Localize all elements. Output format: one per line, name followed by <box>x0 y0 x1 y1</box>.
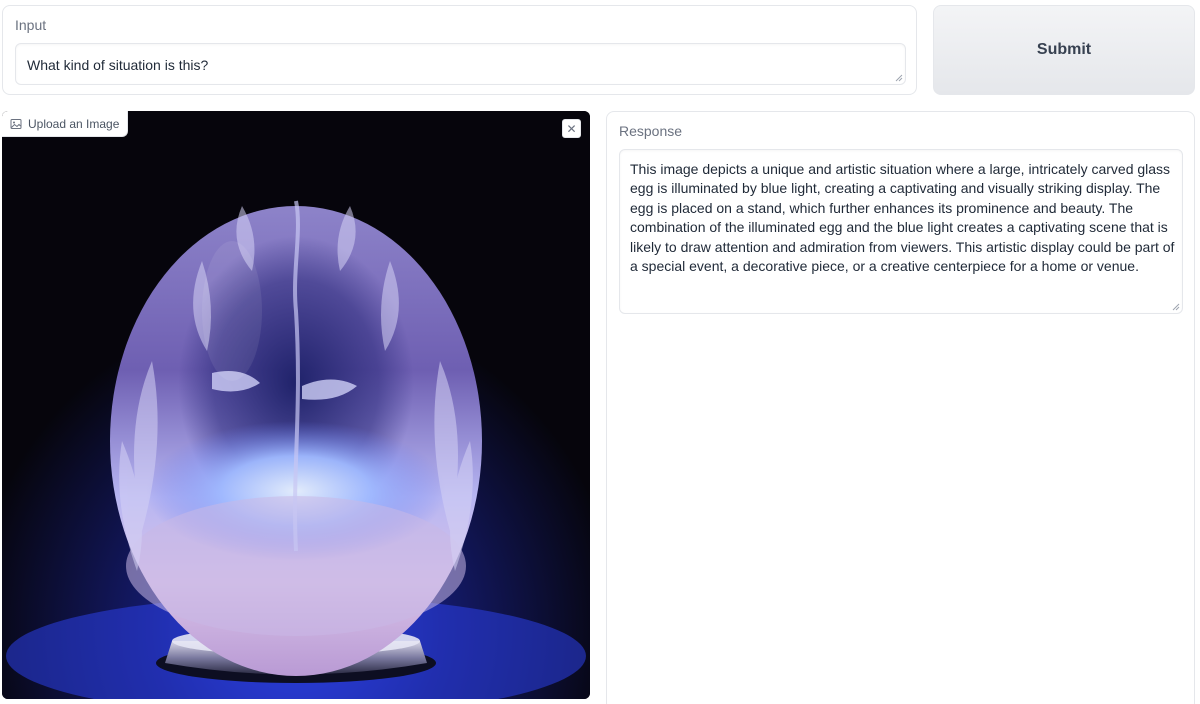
resize-grip-icon[interactable] <box>895 74 903 82</box>
upload-image-tag[interactable]: Upload an Image <box>2 111 129 137</box>
image-panel[interactable]: Upload an Image ✕ <box>2 111 590 699</box>
upload-image-label: Upload an Image <box>28 116 120 131</box>
response-text: This image depicts a unique and artistic… <box>630 161 1175 275</box>
input-textarea[interactable]: What kind of situation is this? <box>15 43 906 85</box>
glass-egg-image <box>2 111 590 699</box>
resize-grip-icon[interactable] <box>1172 303 1180 311</box>
response-label: Response <box>619 123 683 139</box>
close-icon: ✕ <box>566 121 577 136</box>
response-textarea[interactable]: This image depicts a unique and artistic… <box>619 149 1183 314</box>
input-value: What kind of situation is this? <box>27 57 209 73</box>
image-icon <box>10 118 22 129</box>
response-block: Response This image depicts a unique and… <box>606 111 1195 704</box>
input-block: Input What kind of situation is this? <box>2 5 917 95</box>
clear-image-button[interactable]: ✕ <box>562 119 581 138</box>
submit-button[interactable]: Submit <box>933 5 1195 95</box>
input-label: Input <box>15 17 47 33</box>
app-root: Input What kind of situation is this? Su… <box>0 0 1200 704</box>
